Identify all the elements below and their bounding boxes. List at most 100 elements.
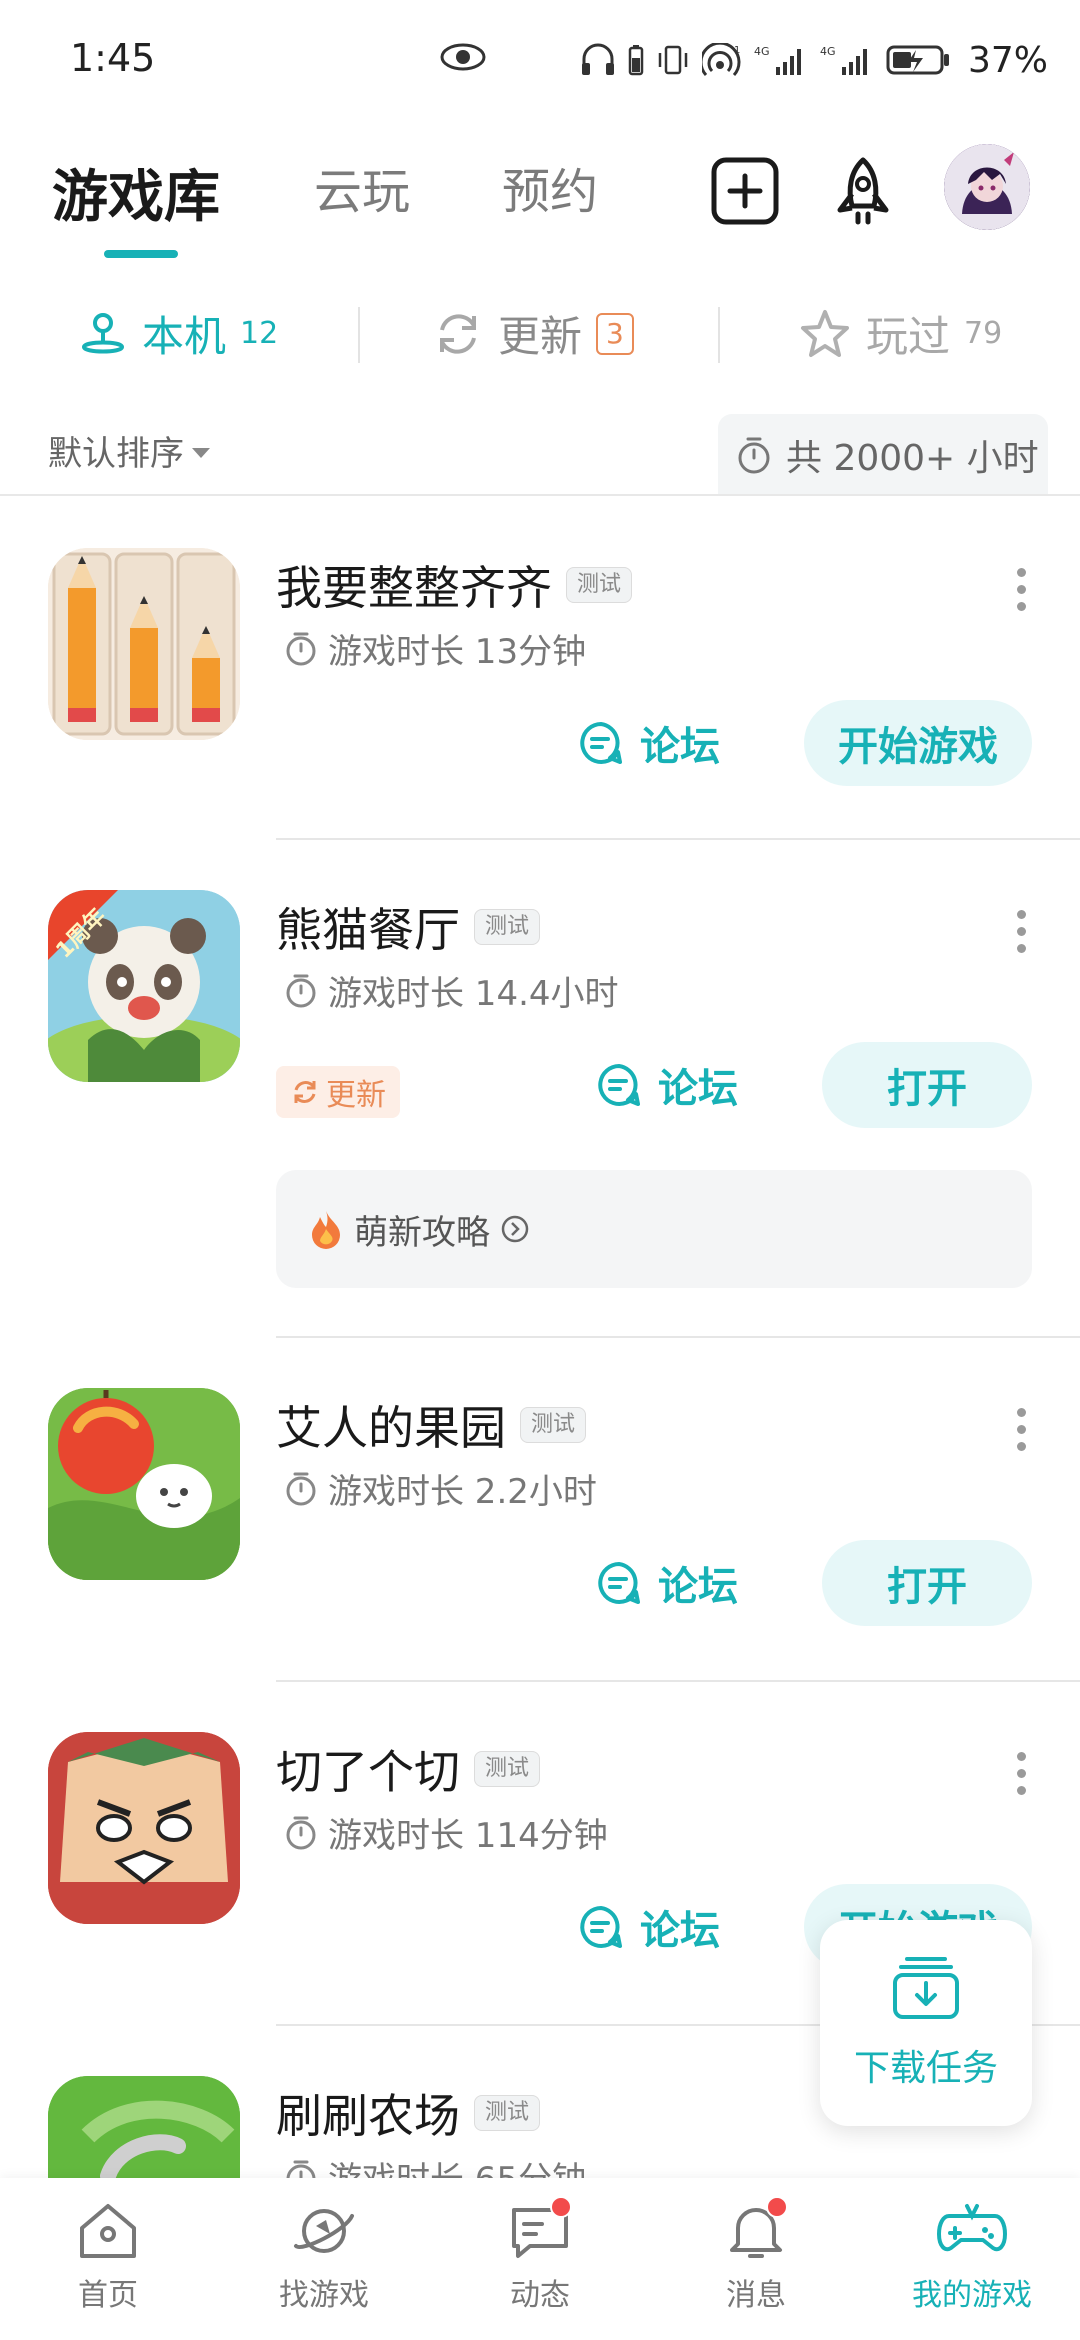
beginner-guide-card[interactable]: 萌新攻略 bbox=[276, 1170, 1032, 1288]
refresh-icon bbox=[294, 1081, 316, 1103]
nav-find-games[interactable]: 找游戏 bbox=[234, 2200, 414, 2314]
update-tag-label: 更新 bbox=[326, 1078, 386, 1113]
tab-game-library[interactable]: 游戏库 bbox=[52, 152, 220, 233]
game-title-text: 熊猫餐厅 bbox=[276, 903, 460, 957]
forum-icon bbox=[580, 722, 622, 764]
forum-button[interactable]: 论坛 bbox=[578, 714, 720, 772]
notification-dot bbox=[550, 2196, 572, 2218]
more-options-icon[interactable] bbox=[1012, 1752, 1030, 1798]
active-tab-indicator bbox=[104, 250, 178, 258]
total-playtime-text: 共 2000+ 小时 bbox=[786, 438, 1039, 479]
open-button[interactable]: 打开 bbox=[822, 1042, 1032, 1128]
forum-label: 论坛 bbox=[658, 1564, 738, 1610]
game-title: 熊猫餐厅 测试 bbox=[276, 894, 541, 960]
download-tray-icon bbox=[893, 1957, 959, 2019]
update-tag[interactable]: 更新 bbox=[276, 1066, 400, 1118]
cut-game-image bbox=[48, 1732, 240, 1924]
rocket-icon[interactable] bbox=[826, 154, 900, 228]
tab-reservation[interactable]: 预约 bbox=[502, 152, 598, 222]
svg-text:4G: 4G bbox=[820, 45, 836, 58]
sort-dropdown[interactable]: 默认排序 bbox=[48, 426, 210, 475]
play-time: 游戏时长 2.2小时 bbox=[284, 1464, 597, 1513]
open-button[interactable]: 打开 bbox=[822, 1540, 1032, 1626]
game-title-text: 切了个切 bbox=[276, 1745, 460, 1799]
sort-row: 默认排序 共 2000+ 小时 bbox=[0, 410, 1080, 496]
sub-tab-bar: 本机 12 更新 3 玩过 79 bbox=[0, 285, 1080, 375]
nav-label: 消息 bbox=[726, 2278, 786, 2313]
play-time: 游戏时长 114分钟 bbox=[284, 1808, 608, 1857]
play-time-text: 游戏时长 2.2小时 bbox=[328, 1472, 597, 1512]
avatar-image bbox=[944, 144, 1030, 230]
svg-text:4G: 4G bbox=[754, 45, 770, 58]
home-icon bbox=[80, 2204, 136, 2258]
game-icon[interactable] bbox=[48, 1388, 240, 1580]
play-time: 游戏时长 65分钟 bbox=[284, 2152, 586, 2178]
play-time: 游戏时长 13分钟 bbox=[284, 624, 586, 673]
game-item[interactable]: 艾人的果园 测试 游戏时长 2.2小时 论坛 打开 bbox=[0, 1388, 1080, 1678]
game-title: 刷刷农场 测试 bbox=[276, 2080, 541, 2146]
test-tag: 测试 bbox=[474, 909, 541, 945]
play-time-text: 游戏时长 13分钟 bbox=[328, 632, 587, 672]
forum-label: 论坛 bbox=[658, 1066, 738, 1112]
play-time: 游戏时长 14.4小时 bbox=[284, 966, 619, 1015]
forum-label: 论坛 bbox=[640, 1908, 720, 1954]
play-time-text: 游戏时长 14.4小时 bbox=[328, 974, 619, 1014]
fire-icon bbox=[312, 1211, 340, 1249]
more-options-icon[interactable] bbox=[1012, 1408, 1030, 1454]
test-tag: 测试 bbox=[474, 1751, 541, 1787]
divider bbox=[276, 1680, 1080, 1682]
nav-label: 首页 bbox=[78, 2278, 138, 2313]
game-item[interactable]: 1周年 熊猫餐厅 测试 游戏时长 14.4小时 更新 论坛 打开 萌新攻略 bbox=[0, 890, 1080, 1336]
star-icon bbox=[801, 309, 849, 357]
sub-tab-local[interactable]: 本机 12 bbox=[78, 303, 278, 364]
update-count-badge: 3 bbox=[596, 312, 634, 355]
nav-label: 找游戏 bbox=[279, 2278, 369, 2313]
signal-4g-icon: 4G bbox=[754, 45, 801, 75]
top-tab-bar: 游戏库 云玩 预约 bbox=[0, 120, 1080, 270]
sub-tab-played-label: 玩过 bbox=[866, 312, 951, 361]
game-icon[interactable] bbox=[48, 2076, 240, 2178]
eye-icon bbox=[440, 43, 486, 71]
status-time: 1:45 bbox=[70, 36, 156, 80]
game-icon[interactable] bbox=[48, 1732, 240, 1924]
sub-tab-local-label: 本机 bbox=[142, 312, 227, 361]
notification-dot bbox=[766, 2196, 788, 2218]
sub-tab-played[interactable]: 玩过 79 bbox=[798, 303, 1002, 364]
game-icon[interactable] bbox=[48, 548, 240, 740]
start-game-button[interactable]: 开始游戏 bbox=[804, 700, 1032, 786]
hotspot-icon: 1 bbox=[702, 43, 741, 77]
forum-button[interactable]: 论坛 bbox=[578, 1898, 720, 1956]
game-title: 艾人的果园 测试 bbox=[276, 1392, 587, 1458]
download-tasks-label: 下载任务 bbox=[853, 2048, 998, 2089]
local-count: 12 bbox=[240, 316, 279, 351]
gamepad-icon bbox=[937, 2204, 1007, 2252]
nav-feed[interactable]: 动态 bbox=[450, 2196, 630, 2314]
nav-my-games[interactable]: 我的游戏 bbox=[882, 2200, 1062, 2314]
more-options-icon[interactable] bbox=[1012, 568, 1030, 614]
status-icons: 1 4G 4G 37% bbox=[580, 32, 1048, 88]
nav-messages[interactable]: 消息 bbox=[666, 2196, 846, 2314]
game-title: 切了个切 测试 bbox=[276, 1736, 541, 1802]
forum-button[interactable]: 论坛 bbox=[596, 1056, 738, 1114]
forum-icon bbox=[598, 1064, 640, 1106]
forum-button[interactable]: 论坛 bbox=[596, 1554, 738, 1612]
game-icon[interactable]: 1周年 bbox=[48, 890, 240, 1082]
battery-icon bbox=[886, 45, 949, 75]
divider bbox=[358, 307, 360, 363]
battery-small-icon bbox=[628, 45, 644, 76]
sub-tab-update[interactable]: 更新 3 bbox=[432, 303, 634, 364]
circle-arrow-icon bbox=[501, 1215, 529, 1243]
add-box-icon[interactable] bbox=[708, 154, 782, 228]
nav-home[interactable]: 首页 bbox=[18, 2200, 198, 2314]
svg-text:1: 1 bbox=[734, 45, 740, 56]
forum-icon bbox=[598, 1562, 640, 1604]
vibrate-icon bbox=[658, 45, 688, 75]
game-item[interactable]: 我要整整齐齐 测试 游戏时长 13分钟 论坛 开始游戏 bbox=[0, 548, 1080, 838]
game-title-text: 我要整整齐齐 bbox=[276, 561, 552, 615]
more-options-icon[interactable] bbox=[1012, 910, 1030, 956]
avatar[interactable] bbox=[944, 144, 1030, 230]
download-tasks-button[interactable]: 下载任务 bbox=[820, 1920, 1032, 2126]
divider bbox=[718, 307, 720, 363]
forum-icon bbox=[580, 1906, 622, 1948]
tab-cloud-play[interactable]: 云玩 bbox=[314, 152, 410, 222]
